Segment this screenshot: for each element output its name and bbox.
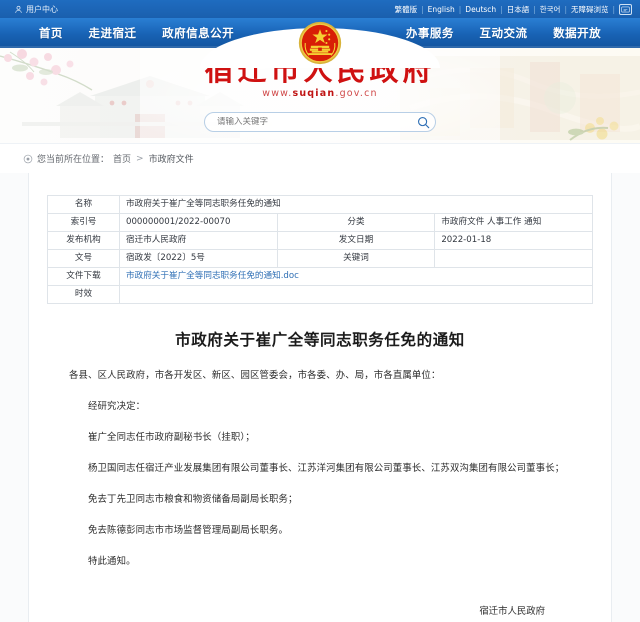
- meta-value-index: 000000001/2022-00070: [119, 213, 278, 232]
- accessibility-icon[interactable]: [619, 3, 632, 15]
- meta-label-download: 文件下载: [47, 267, 120, 286]
- document-signature-block: 宿迁市人民政府 2022年1月18日: [69, 603, 571, 622]
- accessibility-link[interactable]: 无障碍浏览: [567, 4, 613, 15]
- content-card: 名称 市政府关于崔广全等同志职务任免的通知 索引号 000000001/2022…: [28, 173, 612, 622]
- document-recipients: 各县、区人民政府，市各开发区、新区、园区管委会，市各委、办、局，市各直属单位：: [69, 370, 441, 381]
- nav-item-open-data[interactable]: 数据开放: [553, 25, 601, 41]
- nav-item-home[interactable]: 首页: [39, 25, 63, 41]
- lang-link-traditional[interactable]: 繁體版: [391, 4, 422, 15]
- meta-label-org: 发布机构: [47, 231, 120, 250]
- document-download-link[interactable]: 市政府关于崔广全等同志职务任免的通知.doc: [126, 271, 299, 281]
- table-row: 时效: [47, 285, 593, 304]
- user-icon: [15, 5, 22, 13]
- main-navigation: 首页 走进宿迁 政府信息公开 办事服务 互动交流 数据开放: [0, 18, 640, 68]
- table-row: 文号 宿政发〔2022〕5号 关键词: [47, 249, 593, 268]
- user-center-link[interactable]: 用户中心: [14, 4, 58, 15]
- national-emblem-svg: [298, 21, 342, 65]
- meta-value-name: 市政府关于崔广全等同志职务任免的通知: [119, 195, 593, 214]
- lang-link-english[interactable]: English: [424, 5, 459, 14]
- meta-value-keyword: [434, 249, 593, 268]
- divider: |: [612, 4, 615, 14]
- document-paragraph: 特此通知。: [88, 556, 136, 568]
- search-input[interactable]: [205, 117, 411, 127]
- document-paragraph: 免去陈德彭同志市市场监督管理局副局长职务。: [88, 525, 289, 537]
- breadcrumb-prefix: 您当前所在位置：: [37, 155, 110, 165]
- site-url: www.suqian.gov.cn: [0, 88, 640, 99]
- table-row: 名称 市政府关于崔广全等同志职务任免的通知: [47, 195, 593, 214]
- national-emblem-icon[interactable]: [297, 20, 343, 70]
- search-icon: [417, 116, 429, 128]
- document-paragraph: 崔广全同志任市政府副秘书长（挂职）；: [88, 432, 255, 444]
- search-button[interactable]: [411, 113, 435, 131]
- breadcrumb-strip: 您当前所在位置： 首页 > 市政府文件: [0, 143, 640, 173]
- nav-item-gov-info-disclosure[interactable]: 政府信息公开: [162, 25, 234, 41]
- meta-label-index: 索引号: [47, 213, 120, 232]
- meta-value-category: 市政府文件 人事工作 通知: [434, 213, 593, 232]
- meta-label-validity: 时效: [47, 285, 120, 304]
- lang-link-korean[interactable]: 한국어: [536, 4, 565, 15]
- screen-reader-icon: [621, 6, 630, 12]
- meta-value-validity: [119, 285, 593, 304]
- page-content-wrapper: 名称 市政府关于崔广全等同志职务任免的通知 索引号 000000001/2022…: [0, 173, 640, 622]
- nav-item-interaction[interactable]: 互动交流: [479, 25, 527, 41]
- document-paragraph: 杨卫国同志任宿迁产业发展集团有限公司董事长、江苏洋河集团有限公司董事长、江苏双沟…: [88, 463, 565, 475]
- table-row: 索引号 000000001/2022-00070 分类 市政府文件 人事工作 通…: [47, 213, 593, 232]
- document-paragraph: 免去丁先卫同志市粮食和物资储备局副局长职务；: [88, 494, 298, 506]
- site-url-domain: suqian: [292, 87, 336, 99]
- nav-item-services[interactable]: 办事服务: [406, 25, 454, 41]
- meta-label-issue-date: 发文日期: [276, 231, 436, 250]
- meta-value-org: 宿迁市人民政府: [119, 231, 278, 250]
- site-url-suffix: .gov.cn: [335, 87, 378, 99]
- meta-label-category: 分类: [276, 213, 436, 232]
- breadcrumb-current: 市政府文件: [148, 155, 194, 165]
- breadcrumb: 您当前所在位置： 首页 > 市政府文件: [23, 152, 194, 165]
- nav-item-about-suqian[interactable]: 走进宿迁: [88, 25, 136, 41]
- meta-value-download: 市政府关于崔广全等同志职务任免的通知.doc: [119, 267, 593, 286]
- table-row: 发布机构 宿迁市人民政府 发文日期 2022-01-18: [47, 231, 593, 250]
- search-box[interactable]: [204, 112, 436, 132]
- document-title: 市政府关于崔广全等同志职务任免的通知: [175, 331, 465, 349]
- meta-value-issue-date: 2022-01-18: [434, 231, 593, 250]
- site-url-prefix: www.: [262, 87, 293, 99]
- location-pin-icon: [23, 154, 33, 163]
- user-center-label: 用户中心: [26, 4, 58, 14]
- document-body: 市政府关于崔广全等同志职务任免的通知 各县、区人民政府，市各开发区、新区、园区管…: [47, 328, 593, 622]
- meta-value-docnum: 宿政发〔2022〕5号: [119, 249, 278, 268]
- lang-link-japanese[interactable]: 日本語: [503, 4, 534, 15]
- signature-org: 宿迁市人民政府: [479, 606, 545, 618]
- meta-label-name: 名称: [47, 195, 120, 214]
- meta-label-keyword: 关键词: [276, 249, 436, 268]
- emblem-container: [200, 18, 440, 68]
- top-utility-bar: 用户中心 繁體版 | English | Deutsch | 日本語 | 한국어…: [0, 0, 640, 18]
- breadcrumb-separator: >: [136, 153, 144, 164]
- document-metadata-table: 名称 市政府关于崔广全等同志职务任免的通知 索引号 000000001/2022…: [47, 195, 593, 304]
- language-links: 繁體版 | English | Deutsch | 日本語 | 한국어 | 无障…: [391, 3, 632, 15]
- breadcrumb-home-link[interactable]: 首页: [113, 152, 131, 165]
- table-row: 文件下载 市政府关于崔广全等同志职务任免的通知.doc: [47, 267, 593, 286]
- meta-label-docnum: 文号: [47, 249, 120, 268]
- document-paragraph: 经研究决定：: [88, 401, 146, 413]
- lang-link-deutsch[interactable]: Deutsch: [461, 5, 500, 14]
